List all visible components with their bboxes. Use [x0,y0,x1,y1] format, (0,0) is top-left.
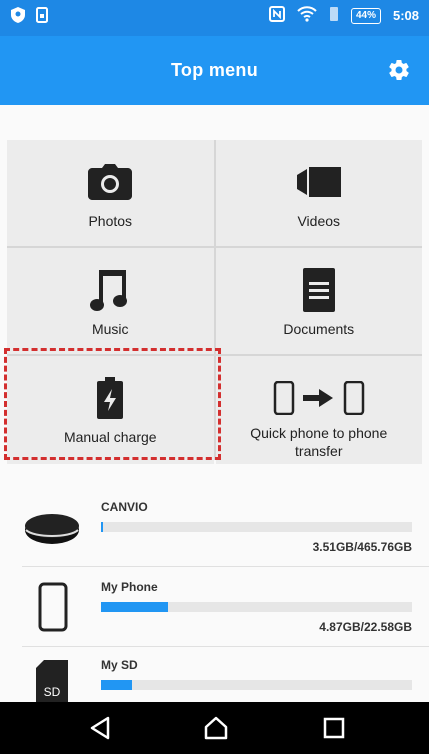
document-icon [302,268,335,312]
phone-transfer-label: Quick phone to phone transfer [250,425,388,459]
photos-tile[interactable]: Photos [7,140,214,246]
page-title: Top menu [170,60,259,80]
wifi-icon [297,6,317,25]
manual-charge-label: Manual charge [63,429,157,445]
video-camera-icon [296,162,341,202]
recents-button[interactable] [321,715,347,741]
status-bar: 44% 5:08 [0,0,429,36]
storage-name: My SD [101,658,138,672]
music-label: Music [91,321,129,337]
storage-item-my-phone[interactable]: My Phone 4.87GB/22.58GB [0,568,429,642]
phone-transfer-icon [273,378,365,418]
back-icon [90,716,110,740]
settings-button[interactable] [387,58,411,82]
camera-icon [88,162,133,202]
app-bar: Top menu [0,36,429,105]
battery-indicator: 44% [350,7,381,24]
manual-charge-tile[interactable]: Manual charge [7,356,214,464]
recents-icon [323,717,345,739]
videos-tile[interactable]: Videos [215,140,422,246]
sim-icon [36,7,48,28]
navigation-bar [0,702,429,754]
usage-bar-fill [101,602,169,612]
gear-icon [389,60,409,81]
clock: 5:08 [392,8,419,23]
home-button[interactable] [203,715,229,741]
storage-name: My Phone [101,580,158,594]
menu-grid: Photos Videos Music Documents Manual cha… [7,140,422,464]
music-tile[interactable]: Music [7,248,214,354]
phone-status-icon [329,6,339,25]
divider [22,566,429,567]
sd-card-icon: SD [36,660,68,702]
storage-usage: 4.87GB/22.58GB [319,620,412,634]
battery-charge-icon [97,377,124,419]
photos-label: Photos [88,213,133,229]
svg-text:SD: SD [44,685,61,699]
documents-label: Documents [283,321,355,337]
nfc-icon [268,6,285,25]
home-icon [204,716,228,740]
storage-item-canvio[interactable]: CANVIO 3.51GB/465.76GB [0,488,429,562]
storage-name: CANVIO [101,500,148,514]
usage-bar-fill [101,680,133,690]
storage-usage: 3.51GB/465.76GB [312,540,412,554]
usage-bar-fill [101,522,104,532]
status-left [10,6,48,29]
phone-icon [38,582,68,637]
music-note-icon [90,270,130,311]
phone-transfer-tile[interactable]: Quick phone to phone transfer [215,356,422,464]
videos-label: Videos [297,213,341,229]
back-button[interactable] [88,715,114,741]
status-right: 44% 5:08 [268,6,419,25]
shield-icon [10,6,26,29]
usage-bar [101,522,412,532]
usage-bar [101,680,412,690]
disk-drive-icon [24,512,80,551]
documents-tile[interactable]: Documents [215,248,422,354]
usage-bar [101,602,412,612]
storage-item-my-sd[interactable]: SD My SD [0,646,429,702]
